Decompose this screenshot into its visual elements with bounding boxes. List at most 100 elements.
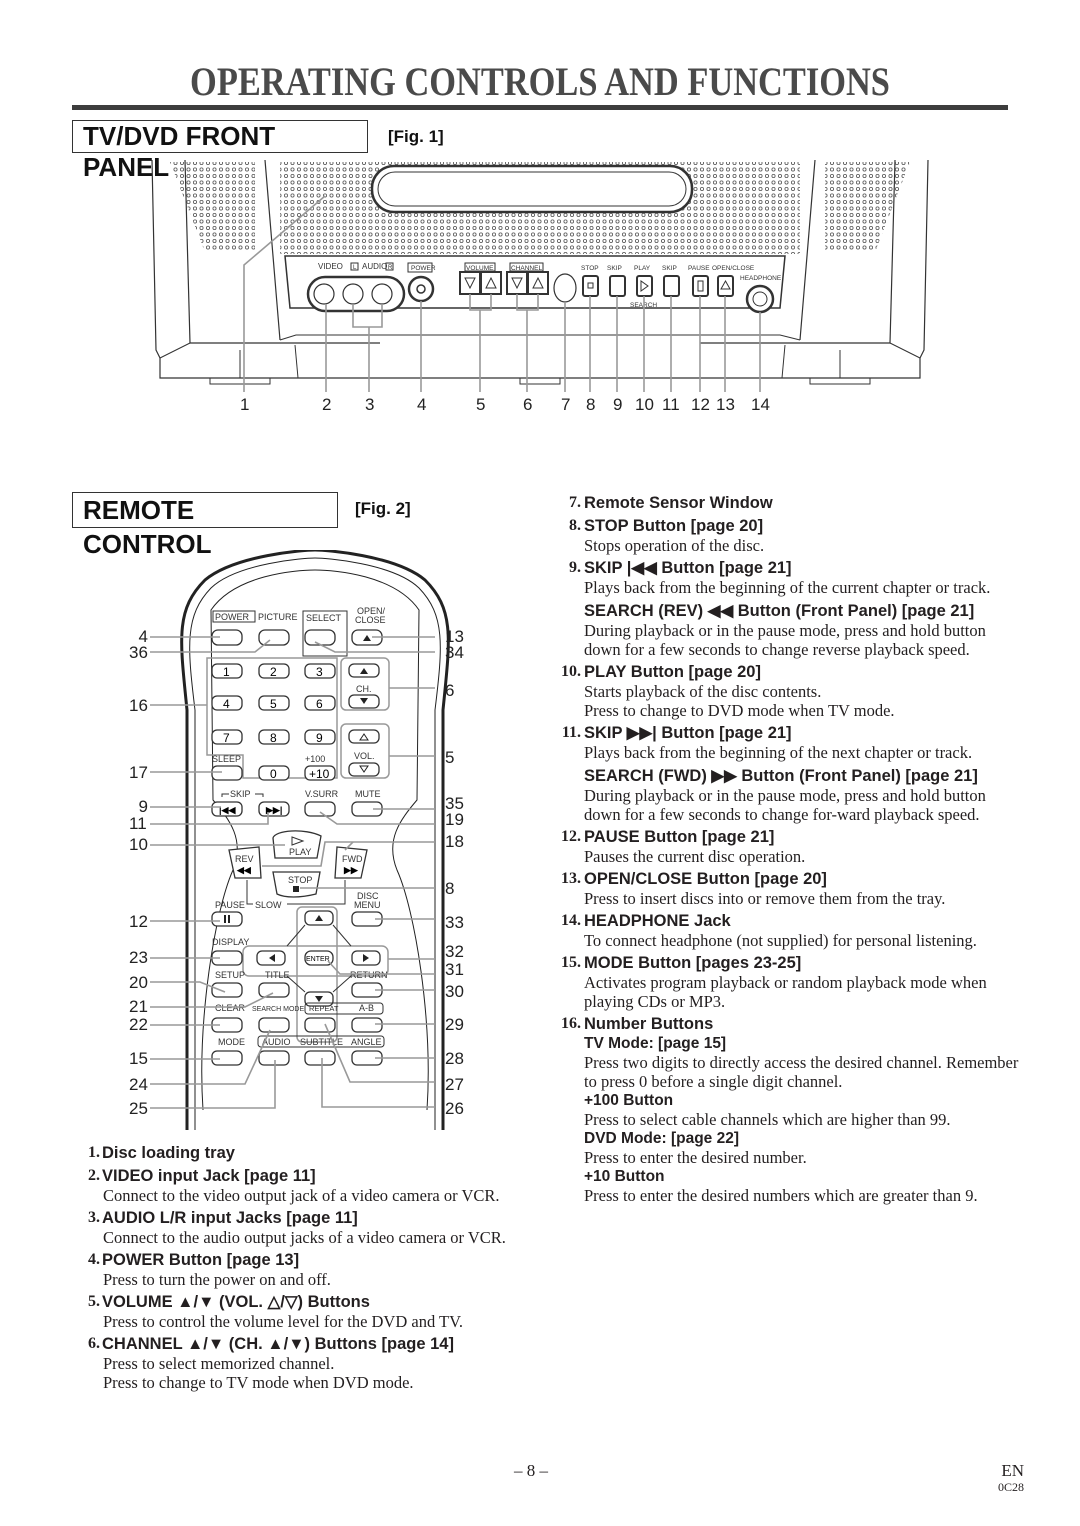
svg-text:STOP: STOP — [288, 875, 312, 885]
svg-text:R: R — [388, 265, 393, 271]
item-number: 6. — [88, 1335, 100, 1352]
plus10-label: +10 — [309, 767, 330, 781]
item-heading-row: 9. SKIP |◀◀ Button [page 21] — [553, 558, 1023, 578]
audio-l-jack — [342, 283, 364, 305]
item-description: Activates program playback or random pla… — [584, 973, 987, 1011]
dvd-mode-description: Press to enter the desired number. — [584, 1148, 807, 1167]
svg-text:SKIP: SKIP — [230, 789, 251, 799]
svg-text:VOL.: VOL. — [354, 751, 375, 761]
front-panel-diagram: VIDEO L AUDIO R POWER VOLUME CHANNEL STO… — [151, 160, 929, 414]
item-7: 7. Remote Sensor Window — [553, 493, 1023, 513]
item-sub-description: During playback or in the pause mode, pr… — [584, 786, 986, 824]
item-title: Remote Sensor Window — [584, 494, 773, 512]
volume-down-button — [459, 271, 481, 295]
callout-9: 9 — [613, 395, 622, 414]
svg-text:POWER: POWER — [411, 265, 436, 272]
svg-text:CLEAR: CLEAR — [215, 1003, 246, 1013]
callout-7: 7 — [561, 395, 570, 414]
item-description: Press to insert discs into or remove the… — [584, 889, 946, 908]
channel-down-button — [506, 271, 528, 295]
remote-callout-12: 12 — [129, 912, 148, 931]
audio-r-jack — [371, 283, 393, 305]
item-title: PAUSE Button [page 21] — [584, 828, 775, 846]
remote-callout-22: 22 — [129, 1015, 148, 1034]
item-number: 14. — [561, 912, 581, 929]
remote-sensor-window — [553, 273, 577, 303]
remote-callout-26: 26 — [445, 1099, 464, 1118]
mode-button — [211, 1050, 243, 1066]
svg-text:SETUP: SETUP — [215, 970, 245, 980]
svg-text:CHANNEL: CHANNEL — [511, 265, 542, 272]
remote-callout-8: 8 — [445, 879, 454, 898]
fig2-label: [Fig. 2] — [355, 499, 411, 518]
svg-text:MODE: MODE — [218, 1037, 245, 1047]
remote-callout-10: 10 — [129, 835, 148, 854]
item-13: 13. OPEN/CLOSE Button [page 20] Press to i… — [553, 869, 1023, 908]
item-description: Press to change to DVD mode when TV mode… — [584, 701, 895, 720]
svg-text:PAUSE: PAUSE — [688, 265, 710, 272]
item-number: 8. — [569, 517, 581, 534]
subtitle-button — [304, 1050, 336, 1066]
remote-picture-button — [258, 629, 290, 646]
item-heading-row: 7. Remote Sensor Window — [553, 493, 1023, 513]
dvd-mode-heading: DVD Mode: [page 22] — [584, 1130, 740, 1147]
item-list-right: 7. Remote Sensor Window 8. STOP Button [pag… — [553, 493, 1023, 1208]
item-list-left: 1. Disc loading tray 2. VIDEO input Jack [p… — [72, 1143, 532, 1395]
item-12: 12. PAUSE Button [page 21] Pauses the curr… — [553, 827, 1023, 866]
svg-text:SLEEP: SLEEP — [212, 754, 241, 764]
item-title: AUDIO L/R input Jacks [page 11] — [102, 1209, 358, 1227]
setup-button — [211, 982, 243, 998]
callout-3: 3 — [365, 395, 374, 414]
remote-callout-5: 5 — [445, 748, 454, 767]
item-title: OPEN/CLOSE Button [page 20] — [584, 870, 827, 888]
plus10-description: Press to enter the desired numbers which… — [584, 1186, 978, 1205]
svg-text:CH.: CH. — [356, 684, 372, 694]
tv-mode-heading: TV Mode: [page 15] — [584, 1035, 727, 1052]
item-title: STOP Button [page 20] — [584, 517, 764, 535]
item-number: 5. — [88, 1293, 100, 1310]
plus100-heading: +100 Button — [584, 1092, 674, 1109]
remote-callout-25: 25 — [129, 1099, 148, 1118]
remote-callout-30: 30 — [445, 982, 464, 1001]
remote-callout-11: 11 — [129, 814, 147, 833]
headphone-jack — [745, 284, 775, 314]
svg-text:SKIP: SKIP — [662, 265, 677, 272]
item-description: Press to change to TV mode when DVD mode… — [103, 1373, 414, 1392]
remote-select-button — [304, 629, 336, 646]
svg-text:SUBTITLE: SUBTITLE — [300, 1037, 343, 1047]
callout-12: 12 — [691, 395, 710, 414]
open-close-button — [717, 275, 734, 297]
digit-8-label: 8 — [270, 731, 277, 745]
item-heading-row: 5. VOLUME ▲/▼ (VOL. △/▽) Buttons — [72, 1292, 532, 1312]
remote-callout-20: 20 — [129, 973, 148, 992]
item-description: To connect headphone (not supplied) for … — [584, 931, 977, 950]
item-5: 5. VOLUME ▲/▼ (VOL. △/▽) Buttons Press to … — [72, 1292, 532, 1331]
remote-callout-27: 27 — [445, 1075, 464, 1094]
volume-down-remote-button — [348, 762, 380, 777]
remote-callout-32: 32 — [445, 942, 464, 961]
item-title: PLAY Button [page 20] — [584, 663, 761, 681]
item-subheading: SEARCH (FWD) ▶▶ Button (Front Panel) [pa… — [584, 767, 978, 785]
item-heading-row: 13. OPEN/CLOSE Button [page 20] — [553, 869, 1023, 889]
callout-1: 1 — [240, 395, 249, 414]
page-title: OPERATING CONTROLS AND FUNCTIONS — [190, 59, 890, 104]
item-title: Number Buttons — [584, 1015, 714, 1033]
svg-text:PLAY: PLAY — [289, 847, 311, 857]
svg-text:DISPLAY: DISPLAY — [212, 937, 249, 947]
audio-button — [258, 1050, 290, 1066]
item-description: Plays back from the beginning of the nex… — [584, 743, 973, 762]
item-sub-description: During playback or in the pause mode, pr… — [584, 621, 986, 659]
item-title: Disc loading tray — [102, 1144, 235, 1162]
power-button — [407, 275, 435, 303]
item-description: Connect to the video output jack of a vi… — [103, 1186, 500, 1205]
svg-text:ANGLE: ANGLE — [351, 1037, 382, 1047]
item-16: 16. Number Buttons TV Mode: [page 15] Press… — [553, 1014, 1023, 1205]
item-description: Press to turn the power on and off. — [103, 1270, 331, 1289]
digit-2-label: 2 — [270, 665, 277, 679]
item-description: Stops operation of the disc. — [584, 536, 765, 555]
svg-text:SEARCH MODE: SEARCH MODE — [252, 1006, 304, 1013]
digit-5-label: 5 — [270, 697, 277, 711]
remote-callout-16: 16 — [129, 696, 148, 715]
svg-text:◀◀: ◀◀ — [236, 865, 252, 875]
item-15: 15. MODE Button [pages 23-25] Activates pr… — [553, 953, 1023, 1011]
